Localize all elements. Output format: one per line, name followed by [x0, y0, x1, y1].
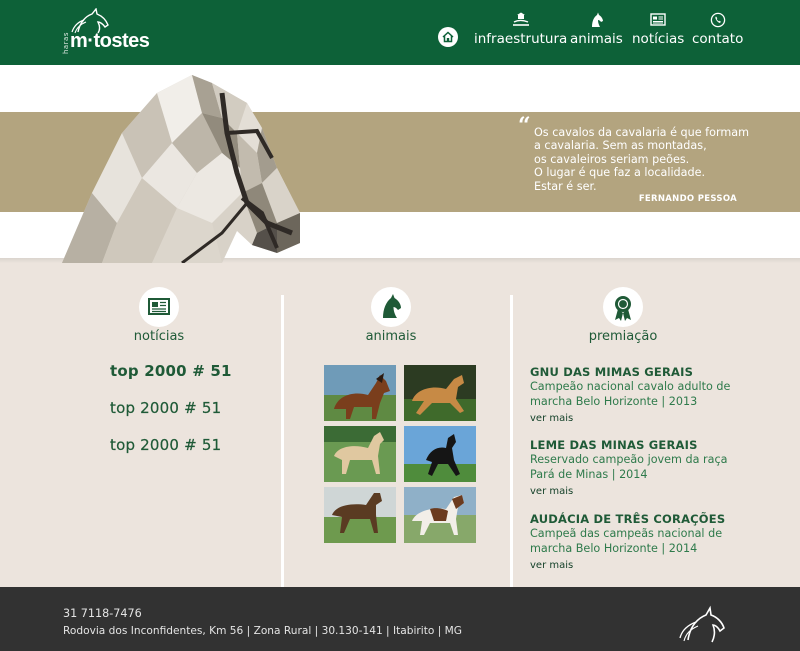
column-divider: [281, 295, 284, 587]
polygon-horse-illustration: [62, 75, 300, 263]
nav-item-label: notícias: [632, 31, 685, 47]
site-header: haras m·tostes infraestrutura animais no…: [0, 0, 800, 65]
news-column-title: notícias: [133, 329, 185, 344]
newspaper-icon: [650, 13, 666, 26]
award-title[interactable]: AUDÁCIA DE TRÊS CORAÇÕES: [530, 512, 740, 526]
animal-photo[interactable]: [324, 426, 396, 482]
animal-photo[interactable]: [404, 426, 476, 482]
newspaper-icon: [148, 298, 170, 315]
horse-head-icon: [592, 12, 604, 27]
hero-quote: Os cavalos da cavalaria é que formam a c…: [534, 126, 749, 193]
award-item: GNU DAS MIMAS GERAIS Campeão nacional ca…: [530, 365, 740, 424]
nav-item-label: infraestrutura: [474, 31, 568, 47]
footer-phone[interactable]: 31 7118-7476: [63, 607, 142, 620]
awards-column-icon-circle: [603, 287, 643, 327]
news-item[interactable]: top 2000 # 51: [110, 362, 232, 380]
quote-author: FERNANDO PESSOA: [638, 194, 737, 204]
brand-name: m·tostes: [70, 30, 150, 52]
animal-photo[interactable]: [404, 487, 476, 543]
home-icon: [442, 31, 454, 43]
horse-logo-icon: [679, 605, 725, 643]
farm-icon: [512, 12, 529, 26]
animals-column-title: animais: [365, 329, 417, 344]
animal-photo[interactable]: [404, 365, 476, 421]
quote-line: os cavaleiros seriam peões.: [534, 152, 690, 166]
nav-item-label: contato: [692, 31, 744, 47]
nav-item-infraestrutura[interactable]: infraestrutura: [474, 12, 567, 47]
nav-item-noticias[interactable]: notícias: [632, 12, 684, 47]
award-item: AUDÁCIA DE TRÊS CORAÇÕES Campeã das camp…: [530, 512, 740, 571]
news-item[interactable]: top 2000 # 51: [110, 399, 221, 417]
news-item[interactable]: top 2000 # 51: [110, 436, 221, 454]
quote-line: Os cavalos da cavalaria é que formam: [534, 126, 749, 139]
nav-home-button[interactable]: [438, 27, 458, 47]
phone-icon: [710, 12, 725, 28]
quote-line: Estar é ser.: [534, 179, 597, 193]
award-description: Reservado campeão jovem da raça Pará de …: [530, 453, 728, 481]
award-description: Campeã das campeãs nacional de marcha Be…: [530, 527, 723, 555]
horse-head-icon: [383, 294, 401, 318]
award-title[interactable]: LEME DAS MINAS GERAIS: [530, 438, 740, 452]
award-ribbon-icon: [615, 296, 631, 321]
award-description: Campeão nacional cavalo adulto de marcha…: [530, 380, 731, 408]
quote-line: a cavalaria. Sem as montadas,: [534, 139, 707, 153]
awards-column-title: premiação: [588, 329, 658, 344]
brand-small-text: haras: [62, 32, 70, 55]
hero-banner: “ Os cavalos da cavalaria é que formam a…: [0, 65, 800, 263]
quote-line: O lugar é que faz a localidade.: [534, 166, 706, 180]
quote-mark-icon: “: [518, 113, 531, 139]
news-column-icon-circle: [139, 287, 179, 327]
site-footer: 31 7118-7476 Rodovia dos Inconfidentes, …: [0, 587, 800, 651]
animal-photo[interactable]: [324, 365, 396, 421]
animals-column-icon-circle: [371, 287, 411, 327]
nav-item-label: animais: [570, 31, 623, 47]
column-divider: [510, 295, 513, 587]
award-more-link[interactable]: ver mais: [530, 560, 740, 571]
award-title[interactable]: GNU DAS MIMAS GERAIS: [530, 365, 740, 379]
animal-photo[interactable]: [324, 487, 396, 543]
brand-logo[interactable]: haras m·tostes: [62, 8, 162, 56]
nav-item-contato[interactable]: contato: [692, 12, 743, 47]
award-item: LEME DAS MINAS GERAIS Reservado campeão …: [530, 438, 740, 497]
award-more-link[interactable]: ver mais: [530, 486, 740, 497]
nav-item-animais[interactable]: animais: [570, 12, 623, 47]
award-more-link[interactable]: ver mais: [530, 413, 740, 424]
footer-address: Rodovia dos Inconfidentes, Km 56 | Zona …: [63, 625, 463, 637]
